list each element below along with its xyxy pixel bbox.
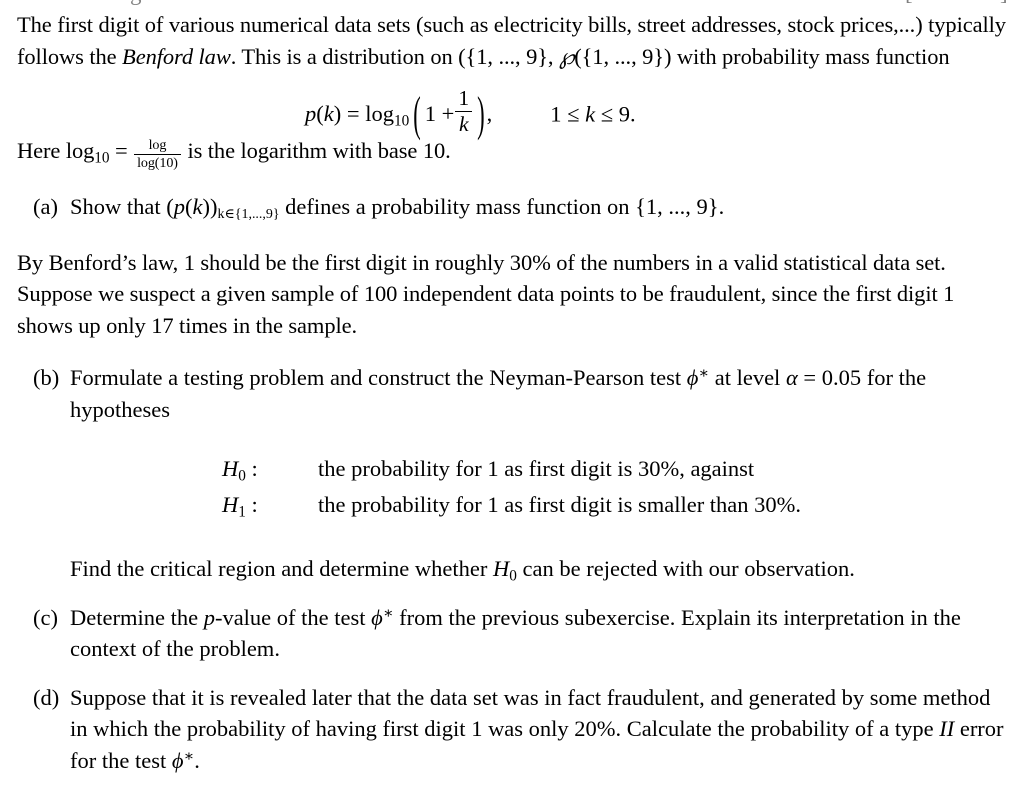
item-d-label: (d) bbox=[33, 684, 60, 710]
item-c-body: Determine the p-value of the test ϕ∗ fro… bbox=[70, 602, 1009, 665]
formula-condition: 1 ≤ k ≤ 9. bbox=[550, 101, 636, 127]
item-b-label: (b) bbox=[33, 365, 60, 391]
fraction-numerator: 1 bbox=[455, 87, 473, 112]
item-a-math-set: {1, ..., 9} bbox=[635, 194, 719, 220]
fraction-denominator: k bbox=[458, 111, 469, 136]
item-b-math-phi-star: ϕ∗ bbox=[687, 365, 709, 390]
formula-comma: , bbox=[486, 101, 493, 127]
log-note-suffix: is the logarithm with base 10. bbox=[187, 138, 451, 164]
hypotheses-block: H0 : the probability for 1 as first digit… bbox=[17, 451, 1009, 523]
item-a-body: Show that (p(k))k∈{1,...,9} defines a pr… bbox=[70, 191, 1009, 223]
document-content: The first digit of various numerical dat… bbox=[17, 9, 1009, 776]
item-b-phi: ϕ bbox=[686, 365, 699, 391]
item-a-text-1: Show that bbox=[70, 194, 167, 220]
formula-equals: = bbox=[346, 101, 360, 127]
intro-text-2: . This is a distribution on ( bbox=[230, 43, 466, 69]
item-d-text-1: Suppose that it is revealed later that t… bbox=[70, 684, 991, 742]
item-c-math-p: p bbox=[203, 604, 215, 630]
formula-expression: p(k) = log10(1 +1 k), bbox=[305, 87, 493, 142]
log-note-base: 10 bbox=[94, 149, 110, 167]
item-a-text-3: . bbox=[718, 194, 725, 220]
item-d-math-type-two: II bbox=[939, 716, 955, 742]
exercise-item-a: (a) Show that (p(k))k∈{1,...,9} defines … bbox=[17, 191, 1009, 223]
exercise-item-c: (c) Determine the p-value of the test ϕ∗… bbox=[17, 602, 1009, 665]
formula-fraction: 1k bbox=[455, 87, 473, 136]
formula-p: p bbox=[305, 101, 317, 127]
item-a-text-2: defines a probability mass function on bbox=[279, 194, 636, 220]
item-a-label: (a) bbox=[33, 194, 58, 220]
item-b-body: Formulate a testing problem and construc… bbox=[70, 362, 1009, 425]
item-b-star: ∗ bbox=[698, 365, 710, 383]
open-paren-large: ( bbox=[413, 87, 421, 142]
hypothesis-null-name: H0 : bbox=[222, 456, 258, 485]
benford-law-emphasis: Benford law bbox=[122, 43, 231, 69]
item-c-label: (c) bbox=[33, 604, 58, 630]
item-b-text-1: Formulate a testing problem and construc… bbox=[70, 365, 687, 391]
intro-text-3: , bbox=[547, 43, 559, 69]
set-notation-1: {1, ..., 9} bbox=[465, 43, 548, 69]
item-d-body: Suppose that it is revealed later that t… bbox=[70, 682, 1009, 777]
pmf-display-equation: p(k) = log10(1 +1 k), 1 ≤ k ≤ 9. bbox=[17, 87, 1009, 142]
item-c-math-phi-star: ϕ∗ bbox=[371, 604, 394, 630]
log-note-equals: = bbox=[114, 138, 128, 164]
log-base-note: Here log10 = log log(10) is the logarithm… bbox=[17, 135, 1009, 171]
formula-argument: (k) bbox=[316, 101, 342, 127]
formula-log-base: 10 bbox=[393, 112, 410, 130]
item-c-text-2: -value of the test bbox=[214, 604, 372, 630]
benford-law-paragraph: By Benford’s law, 1 should be the first … bbox=[17, 249, 955, 338]
set-notation-2: ({1, ..., 9}) bbox=[574, 43, 672, 69]
log-note-numerator: log bbox=[134, 138, 181, 156]
item-d-text-3: . bbox=[194, 747, 200, 773]
item-b-text-2: at level bbox=[709, 365, 786, 391]
exercise-item-d: (d) Suppose that it is revealed later th… bbox=[17, 682, 1009, 777]
log-note-prefix: Here log bbox=[17, 138, 95, 164]
hypothesis-null-statement: the probability for 1 as first digit is … bbox=[318, 456, 755, 482]
hypothesis-alt-statement: the probability for 1 as first digit is … bbox=[318, 492, 802, 518]
log-note-denominator: log(10) bbox=[137, 155, 178, 172]
item-b-alpha-value: 0.05 bbox=[821, 365, 862, 391]
hypothesis-row-null: H0 : the probability for 1 as first digit… bbox=[17, 451, 1009, 487]
item-c-text-1: Determine the bbox=[70, 604, 204, 630]
intro-paragraph: The first digit of various numerical dat… bbox=[17, 9, 1009, 73]
log-note-fraction: log log(10) bbox=[134, 138, 181, 171]
document-page: g [ ] The first digit of various numeric… bbox=[0, 0, 1024, 787]
item-b-math-alpha-level: α = 0.05 bbox=[786, 365, 861, 390]
item-b-alpha: α bbox=[785, 365, 798, 391]
hypothesis-row-alt: H1 : the probability for 1 as first digit… bbox=[17, 487, 1009, 523]
formula-one-plus: 1 + bbox=[424, 101, 455, 127]
find-line-math-H0: H0 bbox=[492, 556, 517, 585]
item-d-math-phi-star: ϕ∗ bbox=[171, 747, 195, 773]
formula-log: log bbox=[365, 101, 394, 127]
powerset-symbol: ℘ bbox=[558, 43, 575, 70]
find-critical-region-line: Find the critical region and determine w… bbox=[17, 553, 1009, 585]
exercise-item-b: (b) Formulate a testing problem and cons… bbox=[17, 362, 1009, 425]
hypothesis-alt-name: H1 : bbox=[222, 492, 258, 521]
item-b-eq: = bbox=[803, 365, 817, 391]
find-line-text-1: Find the critical region and determine w… bbox=[70, 556, 493, 582]
item-a-math-subscript: k∈{1,...,9} bbox=[217, 207, 280, 223]
intro-text-4: with probability mass function bbox=[671, 43, 950, 69]
item-a-math-pk: (p(k))k∈{1,...,9} bbox=[166, 194, 280, 223]
close-paren-large: ) bbox=[477, 87, 485, 142]
find-line-text-2: can be rejected with our observation. bbox=[516, 556, 855, 582]
